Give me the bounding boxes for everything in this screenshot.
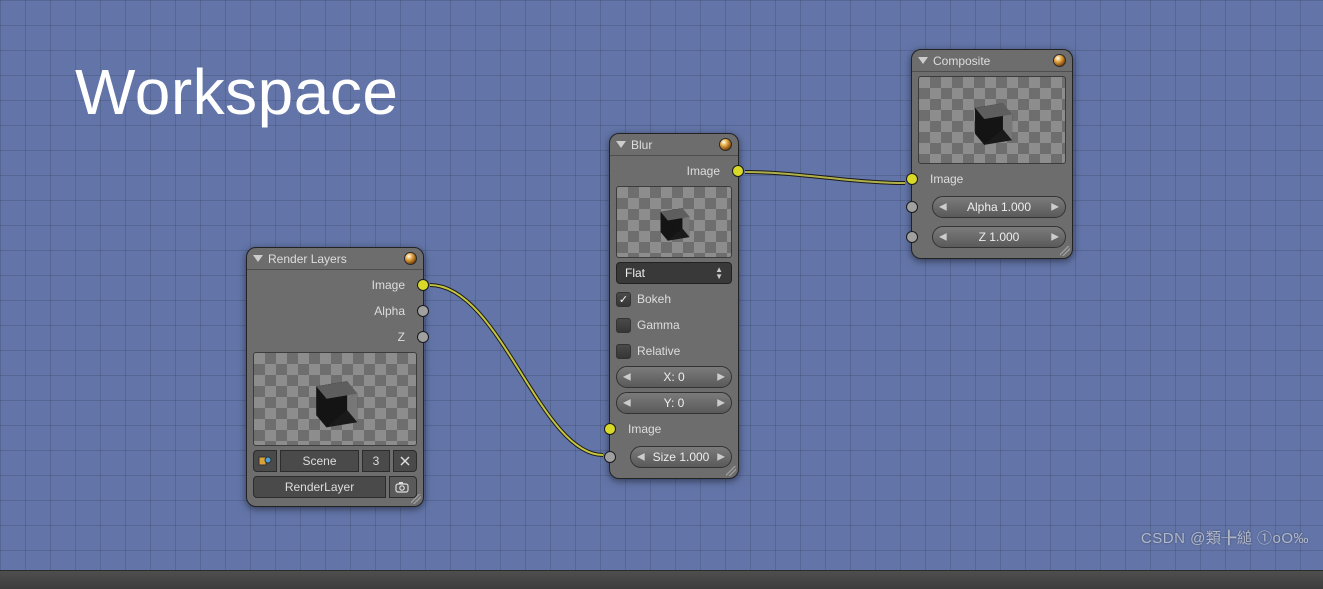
gamma-checkbox-row[interactable]: Gamma xyxy=(616,314,732,336)
output-z-label: Z xyxy=(398,330,405,344)
output-image-label: Image xyxy=(687,164,720,178)
chevron-left-icon: ◀ xyxy=(939,232,947,243)
blur-y-field[interactable]: ◀ Y: 0 ▶ xyxy=(616,392,732,414)
render-layer-picker[interactable]: RenderLayer xyxy=(253,476,417,498)
chevron-right-icon: ▶ xyxy=(1051,202,1059,213)
output-z-row: Z xyxy=(253,326,417,348)
relative-checkbox[interactable] xyxy=(616,344,631,359)
input-socket-image[interactable] xyxy=(906,173,918,185)
output-socket-image[interactable] xyxy=(417,279,429,291)
blur-x-field[interactable]: ◀ X: 0 ▶ xyxy=(616,366,732,388)
output-alpha-label: Alpha xyxy=(374,304,405,318)
cube-icon xyxy=(964,94,1019,149)
blur-x-value: X: 0 xyxy=(663,370,684,384)
resize-grip[interactable] xyxy=(1060,246,1070,256)
blur-preview xyxy=(616,186,732,258)
render-layer-field[interactable]: RenderLayer xyxy=(253,476,386,498)
render-preview xyxy=(253,352,417,446)
falloff-select[interactable]: Flat ▲▼ xyxy=(616,262,732,284)
input-image-label: Image xyxy=(628,422,661,436)
bokeh-checkbox[interactable]: ✓ xyxy=(616,292,631,307)
z-field[interactable]: ◀ Z 1.000 ▶ xyxy=(932,226,1066,248)
collapse-icon[interactable] xyxy=(253,255,263,262)
input-socket-image[interactable] xyxy=(604,423,616,435)
output-image-label: Image xyxy=(372,278,405,292)
input-image-row: Image xyxy=(918,168,1066,190)
material-sphere-icon xyxy=(404,252,417,265)
relative-label: Relative xyxy=(637,344,680,358)
chevron-left-icon: ◀ xyxy=(939,202,947,213)
input-socket-size[interactable] xyxy=(604,451,616,463)
falloff-value: Flat xyxy=(625,266,645,280)
workspace-overlay-title: Workspace xyxy=(75,55,398,129)
input-socket-z[interactable] xyxy=(906,231,918,243)
input-alpha-row: ◀ Alpha 1.000 ▶ xyxy=(918,194,1066,220)
node-composite[interactable]: Composite Image ◀ Alpha 1.000 ▶ xyxy=(911,49,1073,259)
chevron-right-icon: ▶ xyxy=(717,372,725,383)
input-image-row: Image xyxy=(616,418,732,440)
node-header[interactable]: Blur xyxy=(610,134,738,156)
alpha-value: Alpha 1.000 xyxy=(967,200,1031,214)
collapse-icon[interactable] xyxy=(616,141,626,148)
size-value: Size 1.000 xyxy=(653,450,710,464)
scene-picker[interactable]: Scene 3 xyxy=(253,450,417,472)
node-title: Composite xyxy=(933,54,1053,68)
relative-checkbox-row[interactable]: Relative xyxy=(616,340,732,362)
composite-preview xyxy=(918,76,1066,164)
material-sphere-icon xyxy=(719,138,732,151)
watermark-text: CSDN @類╊縋 ①oO‰ xyxy=(1141,527,1309,548)
input-size-row: ◀ Size 1.000 ▶ xyxy=(616,444,732,470)
node-header[interactable]: Composite xyxy=(912,50,1072,72)
scene-unlink-button[interactable] xyxy=(393,450,417,472)
resize-grip[interactable] xyxy=(726,466,736,476)
cube-icon xyxy=(652,201,695,244)
cube-icon xyxy=(304,371,366,433)
collapse-icon[interactable] xyxy=(918,57,928,64)
output-socket-alpha[interactable] xyxy=(417,305,429,317)
resize-grip[interactable] xyxy=(411,494,421,504)
output-socket-z[interactable] xyxy=(417,331,429,343)
input-socket-alpha[interactable] xyxy=(906,201,918,213)
gamma-label: Gamma xyxy=(637,318,680,332)
alpha-field[interactable]: ◀ Alpha 1.000 ▶ xyxy=(932,196,1066,218)
scene-users-count[interactable]: 3 xyxy=(362,450,390,472)
chevron-left-icon: ◀ xyxy=(637,452,645,463)
input-image-label: Image xyxy=(930,172,963,186)
node-title: Render Layers xyxy=(268,252,404,266)
output-alpha-row: Alpha xyxy=(253,300,417,322)
blur-y-value: Y: 0 xyxy=(664,396,685,410)
editor-header-bar[interactable] xyxy=(0,570,1323,589)
scene-icon[interactable] xyxy=(253,450,277,472)
gamma-checkbox[interactable] xyxy=(616,318,631,333)
output-socket-image[interactable] xyxy=(732,165,744,177)
size-field[interactable]: ◀ Size 1.000 ▶ xyxy=(630,446,732,468)
output-image-row: Image xyxy=(253,274,417,296)
z-value: Z 1.000 xyxy=(979,230,1020,244)
input-z-row: ◀ Z 1.000 ▶ xyxy=(918,224,1066,250)
output-image-row: Image xyxy=(616,160,732,182)
node-title: Blur xyxy=(631,138,719,152)
chevron-right-icon: ▶ xyxy=(717,398,725,409)
material-sphere-icon xyxy=(1053,54,1066,67)
chevron-left-icon: ◀ xyxy=(623,372,631,383)
bokeh-label: Bokeh xyxy=(637,292,671,306)
node-header[interactable]: Render Layers xyxy=(247,248,423,270)
chevron-right-icon: ▶ xyxy=(717,452,725,463)
scene-name-field[interactable]: Scene xyxy=(280,450,359,472)
chevron-right-icon: ▶ xyxy=(1051,232,1059,243)
node-editor-canvas[interactable]: Workspace Render Layers Image Alpha Z xyxy=(0,0,1323,570)
node-blur[interactable]: Blur Image Flat ▲▼ ✓ Bokeh xyxy=(609,133,739,479)
bokeh-checkbox-row[interactable]: ✓ Bokeh xyxy=(616,288,732,310)
chevron-left-icon: ◀ xyxy=(623,398,631,409)
node-render-layers[interactable]: Render Layers Image Alpha Z xyxy=(246,247,424,507)
select-arrows-icon: ▲▼ xyxy=(715,267,723,279)
